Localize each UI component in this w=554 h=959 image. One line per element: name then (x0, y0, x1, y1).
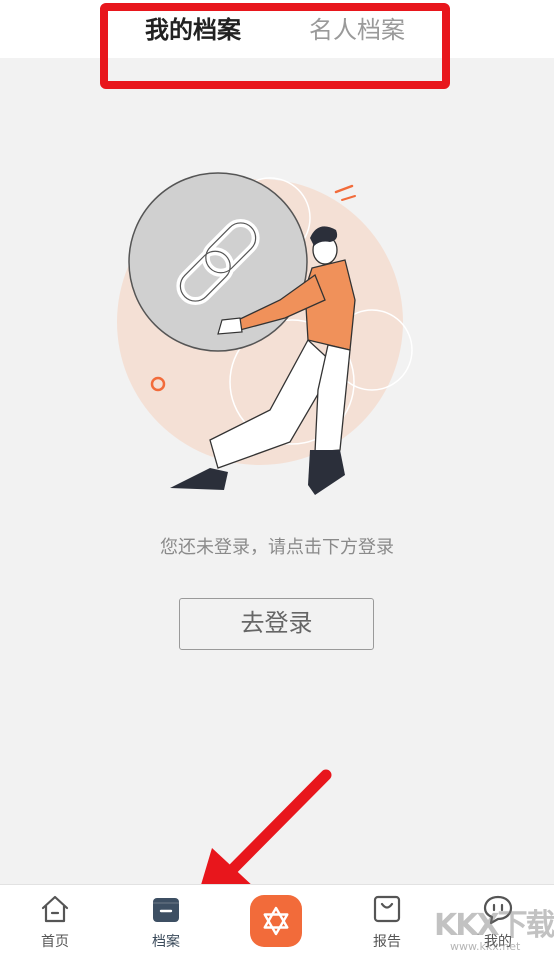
nav-label-home: 首页 (41, 934, 69, 950)
nav-label-report: 报告 (373, 934, 401, 950)
chat-bubble-icon (483, 895, 513, 925)
nav-report[interactable]: 报告 (347, 885, 427, 959)
folder-icon (153, 898, 179, 922)
nav-label-mine: 我的 (484, 934, 512, 950)
home-icon (41, 895, 69, 923)
person-carrying-link-icon (117, 172, 413, 495)
center-action-button[interactable] (250, 895, 302, 947)
star-of-david-icon (263, 906, 289, 936)
red-highlight-box (100, 3, 450, 89)
nav-archive[interactable]: 档案 (126, 885, 206, 959)
nav-label-archive: 档案 (152, 934, 180, 950)
nav-home[interactable]: 首页 (15, 885, 95, 959)
login-button[interactable]: 去登录 (179, 598, 374, 650)
login-prompt-text: 您还未登录，请点击下方登录 (160, 537, 394, 558)
bag-icon (373, 895, 401, 923)
bottom-nav: 首页 档案 报告 我的 (0, 884, 554, 959)
nav-mine[interactable]: 我的 (458, 885, 538, 959)
